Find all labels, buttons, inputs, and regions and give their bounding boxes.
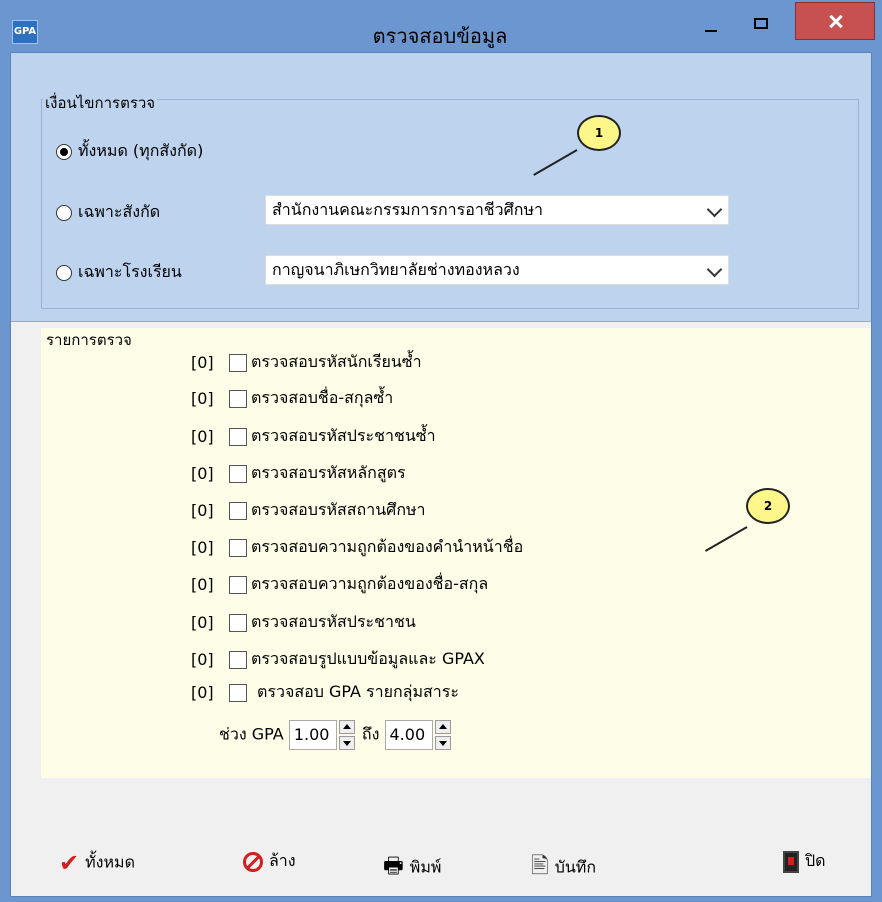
check-item-label: ตรวจสอบรหัสสถานศึกษา xyxy=(251,500,426,519)
check-item-label: ตรวจสอบรหัสหลักสูตร xyxy=(251,463,406,482)
bottom-toolbar: ✔ ทั้งหมด ล้าง 🖶 พิมพ์ 🖹 บันทึก ปิด xyxy=(11,833,871,893)
radio-school-label: เฉพาะโรงเรียน xyxy=(78,262,182,281)
print-label: พิมพ์ xyxy=(409,857,442,877)
checks-group-label: รายการตรวจ xyxy=(44,328,134,352)
gpa-from-stepper[interactable]: 1.00 xyxy=(288,720,357,750)
check-count: [0] xyxy=(191,683,214,702)
radio-all-label: ทั้งหมด (ทุกสังกัด) xyxy=(78,141,204,160)
radio-all[interactable]: ทั้งหมด (ทุกสังกัด) xyxy=(56,139,203,165)
check-count: [0] xyxy=(191,353,214,372)
radio-affiliation[interactable]: เฉพาะสังกัด xyxy=(56,200,160,226)
check-item-checkbox[interactable] xyxy=(229,575,247,594)
check-item[interactable]: [0] ตรวจสอบชื่อ-สกุลซ้ำ xyxy=(191,386,393,410)
gpa-from-value[interactable]: 1.00 xyxy=(288,720,337,750)
check-item-label: ตรวจสอบรหัสประชาชนซ้ำ xyxy=(251,426,436,445)
check-item-checkbox[interactable] xyxy=(229,683,247,702)
radio-affiliation-indicator[interactable] xyxy=(56,204,72,221)
save-label: บันทึก xyxy=(554,857,597,877)
dialog-window: GPA ตรวจสอบข้อมูล เงื่อนไขการตรวจ ทั้งหม… xyxy=(0,0,882,902)
exit-button[interactable]: ปิด xyxy=(783,849,826,877)
check-item[interactable]: [0] ตรวจสอบรหัสประชาชน xyxy=(191,610,416,634)
gpa-range-row: ช่วง GPA 1.00 ถึง 4.00 xyxy=(219,720,453,752)
dialog-client-area: เงื่อนไขการตรวจ ทั้งหมด (ทุกสังกัด) เฉพา… xyxy=(10,52,872,897)
gpa-to-label: ถึง xyxy=(361,724,380,744)
clear-label: ล้าง xyxy=(269,851,296,870)
close-window-button[interactable] xyxy=(795,2,875,40)
check-item[interactable]: [0] ตรวจสอบความถูกต้องของชื่อ-สกุล xyxy=(191,572,488,596)
radio-all-indicator[interactable] xyxy=(56,143,72,160)
minimize-button[interactable] xyxy=(690,0,734,40)
radio-school-indicator[interactable] xyxy=(56,264,72,281)
check-item-label: ตรวจสอบชื่อ-สกุลซ้ำ xyxy=(251,388,394,407)
check-count: [0] xyxy=(191,613,214,632)
print-button[interactable]: 🖶 พิมพ์ xyxy=(383,849,442,879)
spin-down-icon[interactable] xyxy=(434,736,451,750)
gpa-to-value[interactable]: 4.00 xyxy=(384,720,433,750)
spin-down-icon[interactable] xyxy=(338,736,355,750)
gpa-to-stepper[interactable]: 4.00 xyxy=(384,720,453,750)
checkmark-icon: ✔ xyxy=(59,849,80,877)
radio-school[interactable]: เฉพาะโรงเรียน xyxy=(56,260,182,286)
check-item-checkbox[interactable] xyxy=(229,613,247,632)
check-item-checkbox[interactable] xyxy=(229,427,247,446)
check-item-checkbox[interactable] xyxy=(229,389,247,408)
no-entry-icon xyxy=(243,851,263,872)
affiliation-dropdown-value: สำนักงานคณะกรรมการการอาชีวศึกษา xyxy=(272,200,544,219)
printer-icon: 🖶 xyxy=(383,854,404,879)
chevron-down-icon[interactable] xyxy=(706,261,723,278)
save-button[interactable]: 🖹 บันทึก xyxy=(531,849,597,879)
school-dropdown[interactable]: กาญจนาภิเษกวิทยาลัยช่างทองหลวง xyxy=(265,255,729,285)
title-bar[interactable]: GPA ตรวจสอบข้อมูล xyxy=(0,0,882,52)
check-item-checkbox[interactable] xyxy=(229,538,247,557)
check-count: [0] xyxy=(191,427,214,446)
check-count: [0] xyxy=(191,464,214,483)
exit-door-icon xyxy=(783,850,799,873)
callout-pointer-2 xyxy=(704,526,748,552)
chevron-down-icon[interactable] xyxy=(706,201,723,218)
gpa-range-label: ช่วง GPA xyxy=(219,724,284,744)
check-count: [0] xyxy=(191,501,214,520)
conditions-group: เงื่อนไขการตรวจ ทั้งหมด (ทุกสังกัด) เฉพา… xyxy=(11,53,871,322)
radio-affiliation-label: เฉพาะสังกัด xyxy=(78,202,161,221)
check-item-label: ตรวจสอบความถูกต้องของคำนำหน้าชื่อ xyxy=(251,537,524,556)
exit-label: ปิด xyxy=(805,851,826,870)
check-item[interactable]: [0] ตรวจสอบรูปแบบข้อมูลและ GPAX xyxy=(191,647,485,671)
window-title: ตรวจสอบข้อมูล xyxy=(372,24,508,48)
select-all-label: ทั้งหมด xyxy=(85,852,135,872)
check-item[interactable]: [0] ตรวจสอบรหัสสถานศึกษา xyxy=(191,498,426,522)
school-dropdown-value: กาญจนาภิเษกวิทยาลัยช่างทองหลวง xyxy=(272,260,520,279)
gpa-app-icon: GPA xyxy=(12,20,38,44)
check-count: [0] xyxy=(191,389,214,408)
check-count: [0] xyxy=(191,538,214,557)
check-count: [0] xyxy=(191,575,214,594)
conditions-group-label: เงื่อนไขการตรวจ xyxy=(43,91,158,115)
check-item-label: ตรวจสอบ GPA รายกลุ่มสาระ xyxy=(257,682,459,701)
select-all-button[interactable]: ✔ ทั้งหมด xyxy=(59,849,135,877)
spin-up-icon[interactable] xyxy=(434,720,451,734)
check-item[interactable]: [0] ตรวจสอบความถูกต้องของคำนำหน้าชื่อ xyxy=(191,535,523,559)
check-item-label: ตรวจสอบรหัสประชาชน xyxy=(251,612,416,631)
check-item-label: ตรวจสอบความถูกต้องของชื่อ-สกุล xyxy=(251,574,489,593)
check-item-label: ตรวจสอบรหัสนักเรียนซ้ำ xyxy=(251,352,422,371)
check-item-checkbox[interactable] xyxy=(229,501,247,520)
check-item[interactable]: [0] ตรวจสอบรหัสนักเรียนซ้ำ xyxy=(191,350,422,374)
maximize-button[interactable] xyxy=(740,0,784,40)
check-item[interactable]: [0] ตรวจสอบรหัสหลักสูตร xyxy=(191,461,406,485)
check-item-checkbox[interactable] xyxy=(229,650,247,669)
check-item-checkbox[interactable] xyxy=(229,353,247,372)
clear-button[interactable]: ล้าง xyxy=(243,849,296,877)
callout-2: 2 xyxy=(746,488,790,524)
check-item-label: ตรวจสอบรูปแบบข้อมูลและ GPAX xyxy=(251,649,485,668)
save-document-icon: 🖹 xyxy=(531,854,549,879)
checks-group: รายการตรวจ [0] ตรวจสอบรหัสนักเรียนซ้ำ [0]… xyxy=(41,328,871,778)
spin-up-icon[interactable] xyxy=(338,720,355,734)
check-count: [0] xyxy=(191,650,214,669)
check-item[interactable]: [0] ตรวจสอบรหัสประชาชนซ้ำ xyxy=(191,424,436,448)
check-item[interactable]: [0] ตรวจสอบ GPA รายกลุ่มสาระ xyxy=(191,680,459,704)
check-item-checkbox[interactable] xyxy=(229,464,247,483)
affiliation-dropdown[interactable]: สำนักงานคณะกรรมการการอาชีวศึกษา xyxy=(265,195,729,225)
callout-1: 1 xyxy=(577,115,621,151)
